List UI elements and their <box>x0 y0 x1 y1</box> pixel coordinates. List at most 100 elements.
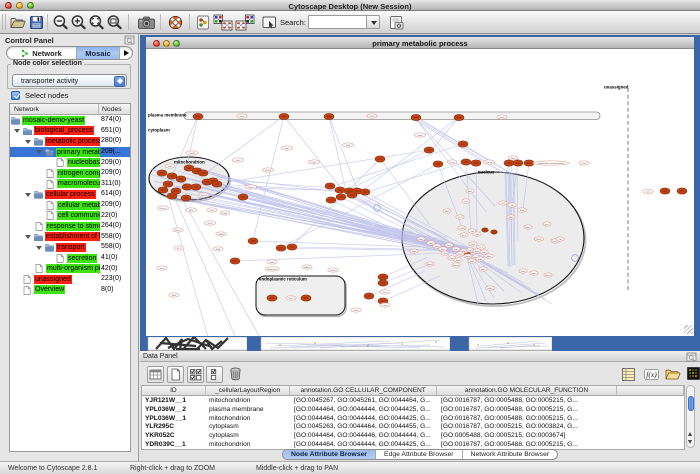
tree-expand-icon[interactable] <box>36 246 42 250</box>
select-attributes-button[interactable] <box>147 366 164 383</box>
tree-row[interactable]: nucleobase-209(0) <box>10 157 130 168</box>
svg-text:Ymr1: Ymr1 <box>284 147 290 150</box>
delete-attribute-icon[interactable] <box>228 366 245 383</box>
toolbar-grip[interactable] <box>2 14 6 30</box>
frame-resize-grip[interactable] <box>684 325 693 334</box>
network-canvas[interactable]: Yor1Pdr5Snq2Cwh41Sec61Nd1Gpt2Sec59Ymr1Pg… <box>146 49 694 336</box>
function-builder-icon[interactable]: f(x) <box>643 366 660 383</box>
table-scrollbar-thumb[interactable] <box>688 396 695 411</box>
search-dropdown-arrow[interactable] <box>366 16 379 28</box>
tree-expand-icon[interactable] <box>25 235 31 239</box>
search-options-icon[interactable] <box>388 14 405 31</box>
table-row[interactable]: YJR121W__1mitochondrion[GO:0045267, GO:0… <box>142 397 684 406</box>
tree-row[interactable]: multi-organism pro42(0) <box>10 263 130 274</box>
select-nodes-checkbox[interactable] <box>11 91 20 100</box>
svg-text:Mot3: Mot3 <box>488 287 494 290</box>
dropdown-stepper-icon[interactable] <box>114 76 125 87</box>
zoom-fit-icon[interactable] <box>106 14 123 31</box>
svg-text:Wh5: Wh5 <box>470 261 475 263</box>
table-row[interactable]: YKR052Ccytoplasm[GO:0044464, GO:0044446,… <box>142 432 684 441</box>
table-row[interactable]: YLR295Ccytoplasm[GO:0045263, GO:0044464,… <box>142 423 684 432</box>
network-window[interactable]: primary metabolic process Yor1Pdr5Snq2Cw… <box>140 35 700 337</box>
svg-text:mitochondrion: mitochondrion <box>174 160 205 165</box>
svg-text:Yor1: Yor1 <box>240 115 245 118</box>
tree-row[interactable]: nitrogen compo209(0) <box>10 168 130 179</box>
tree-row-label: nitrogen compo <box>57 169 100 178</box>
tree-row[interactable]: biological_process651(0) <box>10 126 130 137</box>
network-overview-icon[interactable] <box>235 14 255 31</box>
table-cell: YKR052C <box>142 432 206 441</box>
tree-row-count: 22(0) <box>101 212 117 219</box>
browser-tab[interactable]: Node Attribute Browser <box>283 450 376 459</box>
window-titlebar[interactable]: Cytoscape Desktop (New Session) <box>0 0 700 11</box>
table-row[interactable]: YPL036W__2plasma membrane[GO:0044464, GO… <box>142 406 684 415</box>
manage-networks-icon[interactable] <box>213 14 233 31</box>
select-nodes-row: Select nodes <box>11 90 68 100</box>
tree-col-divider[interactable] <box>98 104 99 115</box>
search-input[interactable] <box>310 16 356 27</box>
table-row[interactable]: YPL036W__1mitochondrion[GO:0044464, GO:0… <box>142 415 684 424</box>
scroll-down-icon[interactable] <box>688 440 692 444</box>
tree-row-label: transport <box>56 243 86 252</box>
svg-text:MeM: MeM <box>219 234 224 236</box>
table-cell: [GO:0016787, GO:0005215, GO:0003824, G..… <box>438 423 619 432</box>
tree-expand-icon[interactable] <box>36 150 42 154</box>
snapshot-camera-icon[interactable] <box>137 14 154 31</box>
zoom-in-icon[interactable] <box>70 14 87 31</box>
browser-tab[interactable]: Network Attribute Browser <box>463 450 558 459</box>
tree-row-count: 209(0) <box>101 169 121 176</box>
save-session-icon[interactable] <box>28 14 45 31</box>
tree-row-count: 209(0) <box>101 159 121 166</box>
select-all-attributes-button[interactable] <box>187 366 204 383</box>
tree-row[interactable]: cell communicat22(0) <box>10 210 130 221</box>
tree-row[interactable]: primary metabo209(... <box>10 147 130 158</box>
tree-row[interactable]: secretion41(0) <box>10 253 130 264</box>
attribute-list-icon[interactable] <box>620 366 637 383</box>
open-file-icon[interactable] <box>9 14 26 31</box>
tree-expand-icon[interactable] <box>25 140 31 144</box>
tree-row[interactable]: macromolecule311(0) <box>10 179 130 190</box>
browser-tab[interactable]: Edge Attribute Browser <box>376 450 463 459</box>
annotation-icon[interactable] <box>261 14 278 31</box>
vizmapper-icon[interactable] <box>195 14 212 31</box>
tree-row[interactable]: Overview8(0) <box>10 285 130 296</box>
folder-icon <box>34 233 43 242</box>
table-scrollbar[interactable] <box>686 385 695 448</box>
zoom-out-icon[interactable] <box>52 14 69 31</box>
search-combobox[interactable] <box>308 15 380 29</box>
help-lifebuoy-icon[interactable] <box>167 14 184 31</box>
tree-row[interactable]: cellular process614(0) <box>10 189 130 200</box>
table-column-header[interactable]: annotation.GO MOLECULAR_FUNCTION <box>437 386 617 396</box>
attribute-table-header[interactable]: ID_cellularLayoutRegionannotation.GO CEL… <box>142 386 684 396</box>
float-panel-icon[interactable] <box>124 35 135 45</box>
tab-network[interactable]: Network <box>7 47 77 59</box>
folder-icon <box>45 243 54 252</box>
scroll-up-icon[interactable] <box>688 432 692 436</box>
tree-row[interactable]: transport558(0) <box>10 242 130 253</box>
tree-row[interactable]: metabolic process280(0) <box>10 136 130 147</box>
tree-row[interactable]: establishment of lo558(0) <box>10 232 130 243</box>
data-panel-titlebar[interactable]: Data Panel <box>140 351 700 362</box>
table-column-header[interactable]: ID <box>142 386 206 396</box>
unselect-all-attributes-button[interactable] <box>206 366 223 383</box>
tree-expand-icon[interactable] <box>14 129 20 133</box>
tree-row[interactable]: response to stimulu264(0) <box>10 221 130 232</box>
data-panel-float-icon[interactable] <box>686 352 697 361</box>
table-column-header[interactable] <box>617 386 684 396</box>
zoom-selected-icon[interactable] <box>88 14 105 31</box>
new-attribute-button[interactable] <box>167 366 184 383</box>
tab-scroll-right-button[interactable] <box>120 47 132 59</box>
table-column-header[interactable]: annotation.GO CELLULAR_COMPONENT <box>290 386 436 396</box>
network-tree-header[interactable]: Network Nodes <box>10 104 130 115</box>
table-column-header[interactable]: _cellularLayoutRegion <box>206 386 291 396</box>
network-window-titlebar[interactable]: primary metabolic process <box>146 37 694 49</box>
tree-row[interactable]: unassigned223(0) <box>10 274 130 285</box>
import-attributes-icon[interactable] <box>664 366 681 383</box>
tab-mosaic[interactable]: Mosaic <box>77 47 120 59</box>
tree-row[interactable]: mosaic-demo-yeast874(0) <box>10 115 130 126</box>
tree-row[interactable]: cellular metabol209(0) <box>10 200 130 211</box>
svg-text:Tup1: Tup1 <box>412 251 418 253</box>
node-color-dropdown[interactable]: transporter activity <box>12 74 127 87</box>
attribute-matrix-icon[interactable] <box>686 366 700 383</box>
tree-expand-icon[interactable] <box>25 193 31 197</box>
